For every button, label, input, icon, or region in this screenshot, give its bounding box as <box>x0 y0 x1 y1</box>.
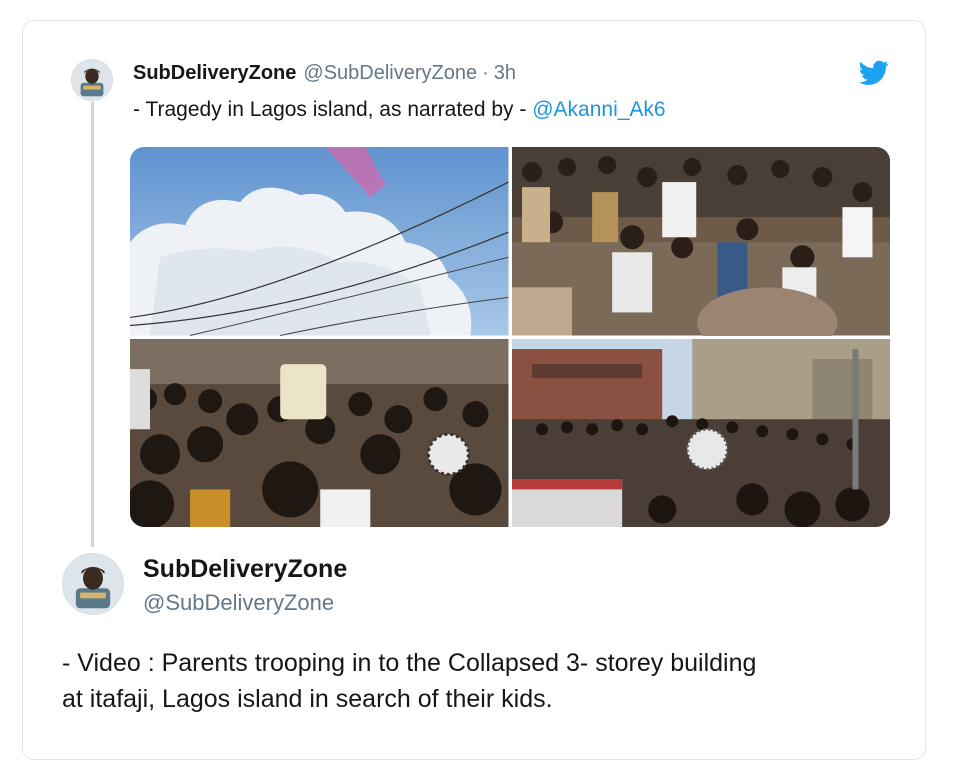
tweet-text-line: at itafaji, Lagos island in search of th… <box>62 685 553 713</box>
twitter-bird-icon[interactable] <box>859 60 889 86</box>
tweet-text: - Video : Parents trooping in to the Col… <box>62 645 902 717</box>
avatar-image <box>72 60 112 100</box>
tweet-timestamp[interactable]: 3h <box>494 62 516 85</box>
mention-link[interactable]: @Akanni_Ak6 <box>532 98 665 121</box>
avatar[interactable] <box>62 553 124 615</box>
display-name[interactable]: SubDeliveryZone <box>133 62 296 85</box>
tweet-text-line: - Video : Parents trooping in to the Col… <box>62 649 757 677</box>
quoted-tweet-text-prefix: - Tragedy in Lagos island, as narrated b… <box>133 98 533 121</box>
user-handle[interactable]: @SubDeliveryZone <box>303 62 477 85</box>
display-name[interactable]: SubDeliveryZone <box>143 555 347 584</box>
thread-connector-line <box>91 102 94 547</box>
photo-crowd-street[interactable] <box>130 338 509 527</box>
separator-dot: · <box>482 62 489 84</box>
avatar-image <box>63 554 123 614</box>
photo-crowd-rubble[interactable] <box>511 147 890 336</box>
quoted-tweet-header: SubDeliveryZone @SubDeliveryZone · 3h <box>133 62 516 86</box>
user-handle[interactable]: @SubDeliveryZone <box>143 590 334 616</box>
photo-crowd-building[interactable] <box>511 338 890 527</box>
quoted-tweet-text: - Tragedy in Lagos island, as narrated b… <box>133 98 666 122</box>
photo-sky-clouds[interactable] <box>130 147 509 336</box>
avatar[interactable] <box>71 59 113 101</box>
photo-grid <box>130 147 890 527</box>
